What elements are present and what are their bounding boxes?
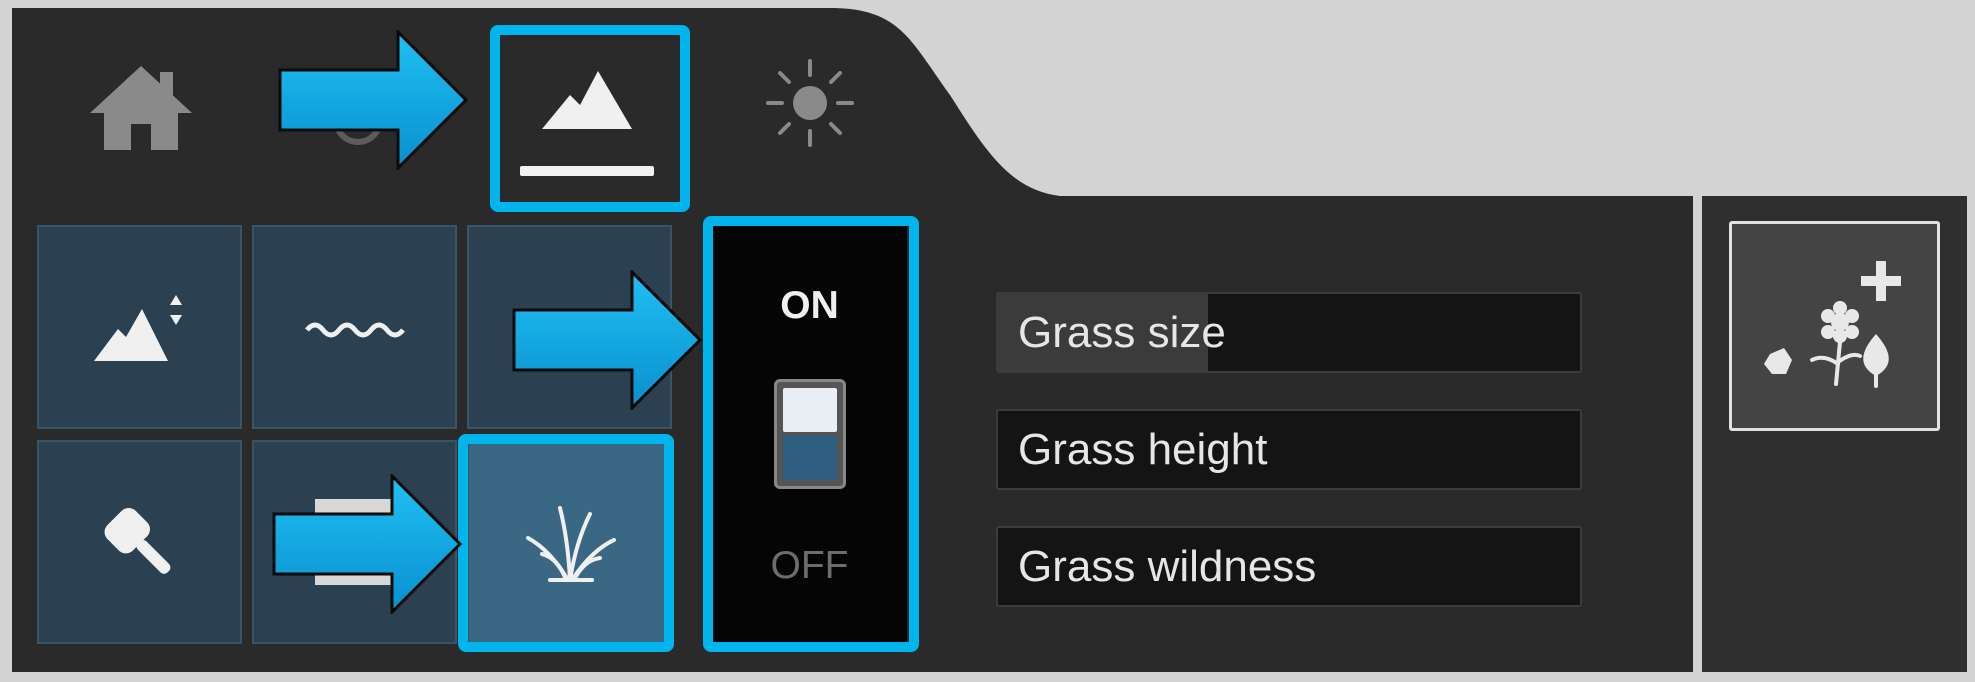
blue-arrow-icon: [272, 474, 463, 614]
tab-home[interactable]: [78, 55, 203, 155]
blue-arrow-icon: [278, 30, 469, 170]
slider-label: Grass size: [1018, 308, 1226, 357]
terrain-height-icon: [93, 295, 182, 361]
tab-highlight-frame: [490, 25, 690, 212]
slider-grass-wildness[interactable]: Grass wildness: [996, 526, 1582, 607]
home-icon: [89, 65, 192, 150]
terrain-editor-panel: ON OFF Grass size Grass height Grass wil…: [0, 0, 1975, 682]
grass-tool-highlight-frame: [458, 434, 674, 652]
sun-icon: [766, 58, 854, 147]
toggle-highlight-frame: [703, 216, 919, 652]
tool-water[interactable]: [252, 225, 457, 429]
paint-brush-icon: [104, 507, 170, 574]
tool-terrain-height[interactable]: [37, 225, 242, 429]
add-plants-button[interactable]: [1729, 221, 1940, 431]
add-plants-icon: [1764, 261, 1901, 388]
slider-label: Grass wildness: [1018, 542, 1317, 591]
blue-arrow-icon: [512, 270, 703, 410]
slider-grass-size[interactable]: Grass size: [996, 292, 1582, 373]
tool-paint-brush[interactable]: [37, 440, 242, 644]
water-icon: [304, 322, 405, 338]
slider-label: Grass height: [1018, 425, 1268, 474]
slider-grass-height[interactable]: Grass height: [996, 409, 1582, 490]
tab-lighting[interactable]: [760, 55, 860, 150]
